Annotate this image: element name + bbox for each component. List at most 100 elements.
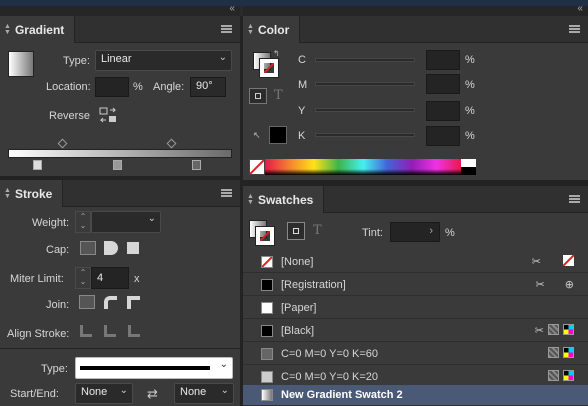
formatting-text-icon[interactable]: T (313, 223, 322, 238)
process-color-icon (548, 370, 559, 381)
end-select[interactable]: None ⌄ (174, 383, 234, 404)
stroke-type-label: Type: (41, 363, 68, 375)
swatch-row-k60[interactable]: C=0 M=0 Y=0 K=60 (243, 343, 588, 365)
chevron-down-icon: ⌄ (147, 213, 156, 224)
round-join-icon[interactable] (104, 296, 117, 309)
collapse-bar-right[interactable]: ‹‹ (243, 3, 588, 16)
projecting-cap-icon[interactable] (127, 242, 139, 254)
gradient-type-select[interactable]: Linear ⌄ (95, 50, 232, 71)
panel-menu-icon[interactable] (569, 195, 580, 203)
gradient-panel: ▲ ▼ Gradient Type: Linear ⌄ Location: % Ang… (0, 16, 240, 176)
out-of-gamut-icon: ↖ (253, 130, 261, 140)
tint-field[interactable]: › (390, 222, 440, 242)
panel-menu-icon[interactable] (569, 25, 580, 33)
swatch-row-none[interactable]: [None] ✂ (243, 251, 588, 273)
swatches-panel-header: ▲ ▼ Swatches (243, 186, 588, 213)
stroke-swatch[interactable] (259, 58, 279, 78)
align-center-icon[interactable] (80, 325, 92, 337)
swatch-chip (261, 278, 273, 291)
color-panel-header: ▲ ▼ Color (243, 16, 588, 43)
swatch-row-black[interactable]: [Black] ✂ (243, 320, 588, 342)
channel-k-slider[interactable] (315, 133, 415, 137)
collapse-bar-left[interactable]: ‹‹ (0, 3, 240, 16)
collapse-arrows-icon: ▲ ▼ (4, 186, 11, 200)
location-field[interactable] (95, 77, 129, 97)
start-end-label: Start/End: (10, 388, 59, 400)
midpoint-diamond-icon[interactable] (166, 138, 177, 149)
chevron-down-icon: ⌄ (218, 52, 227, 63)
swatch-chip (261, 389, 273, 401)
cap-label: Cap: (46, 244, 70, 256)
swap-fill-stroke-icon[interactable]: ↰ (273, 49, 280, 58)
gradient-ramp[interactable] (8, 149, 232, 158)
divider (0, 348, 240, 349)
cannot-edit-icon: ✂ (534, 325, 544, 337)
channel-y-field[interactable] (426, 101, 460, 121)
panel-menu-icon[interactable] (221, 25, 232, 33)
weight-stepper[interactable]: ⌃ ⌄ (75, 211, 91, 233)
angle-label: Angle: (153, 81, 185, 93)
formatting-text-icon[interactable]: T (274, 88, 283, 103)
midpoint-diamond-icon[interactable] (57, 138, 68, 149)
black-swatch[interactable] (269, 126, 287, 144)
color-stop-icon[interactable] (192, 160, 201, 170)
weight-label: Weight: (32, 217, 70, 229)
tint-label: Tint: (362, 227, 383, 239)
type-label: Type: (63, 55, 90, 67)
tab-swatches[interactable]: ▲ ▼ Swatches (243, 186, 325, 213)
collapse-arrows-icon: ▲ ▼ (247, 192, 254, 206)
channel-m-field[interactable] (426, 74, 460, 94)
join-label: Join: (46, 299, 70, 311)
reverse-gradient-icon[interactable] (99, 106, 117, 124)
channel-c-field[interactable] (426, 50, 460, 70)
round-cap-icon[interactable] (104, 241, 118, 255)
formatting-container-icon[interactable] (287, 222, 305, 240)
chevron-down-icon: ⌄ (219, 359, 228, 370)
miter-limit-label: Miter Limit: (10, 273, 64, 285)
channel-m-slider[interactable] (315, 82, 415, 86)
miter-join-icon[interactable] (79, 295, 95, 309)
weight-select[interactable]: ⌄ (91, 211, 161, 233)
swap-arrows-icon[interactable]: ⇄ (147, 386, 158, 402)
channel-k-unit: % (465, 130, 475, 142)
channel-c-slider[interactable] (315, 58, 415, 62)
color-stop-icon[interactable] (33, 160, 42, 170)
color-spectrum[interactable] (265, 159, 461, 175)
none-color-icon[interactable] (249, 159, 265, 175)
start-select[interactable]: None ⌄ (75, 383, 133, 404)
none-type-icon (563, 255, 574, 266)
align-inside-icon[interactable] (104, 325, 116, 337)
angle-field[interactable]: 90° (190, 77, 226, 97)
color-stop-icon[interactable] (113, 160, 122, 170)
cannot-edit-icon: ✂ (531, 256, 541, 268)
swatch-chip (261, 370, 273, 383)
butt-cap-icon[interactable] (80, 241, 96, 255)
tab-color[interactable]: ▲ ▼ Color (243, 16, 301, 43)
channel-m-label: M (298, 79, 308, 91)
align-outside-icon[interactable] (128, 325, 140, 337)
tab-gradient[interactable]: ▲ ▼ Gradient (0, 16, 76, 43)
channel-c-unit: % (465, 54, 475, 66)
stroke-type-select[interactable]: ⌄ (75, 357, 233, 379)
channel-y-slider[interactable] (315, 108, 415, 112)
reverse-label: Reverse (49, 110, 90, 122)
miter-limit-field[interactable]: 4 (91, 267, 129, 289)
swatch-row-registration[interactable]: [Registration] ✂ ⊕ (243, 274, 588, 296)
white-sample[interactable] (461, 159, 476, 167)
panel-menu-icon[interactable] (221, 189, 232, 197)
swatch-row-paper[interactable]: [Paper] (243, 297, 588, 319)
swatch-row-gradient[interactable]: New Gradient Swatch 2 (243, 385, 588, 406)
solid-line-preview (80, 366, 210, 370)
chevron-down-icon: ⌄ (220, 385, 229, 396)
color-panel: ▲ ▼ Color ↰ T C % M % Y % ↖ K % (243, 16, 588, 180)
formatting-container-icon[interactable] (249, 88, 267, 104)
tab-stroke[interactable]: ▲ ▼ Stroke (0, 180, 64, 207)
stroke-panel: ▲ ▼ Stroke Weight: ⌃ ⌄ ⌄ Cap: Miter Limit: … (0, 180, 240, 406)
channel-k-field[interactable] (426, 126, 460, 146)
black-sample[interactable] (461, 167, 476, 175)
swatch-chip (261, 347, 273, 360)
bevel-join-icon[interactable] (127, 296, 140, 309)
channel-y-label: Y (298, 105, 306, 117)
stroke-swatch[interactable] (255, 226, 275, 246)
miter-stepper[interactable]: ⌃ ⌄ (75, 267, 91, 289)
